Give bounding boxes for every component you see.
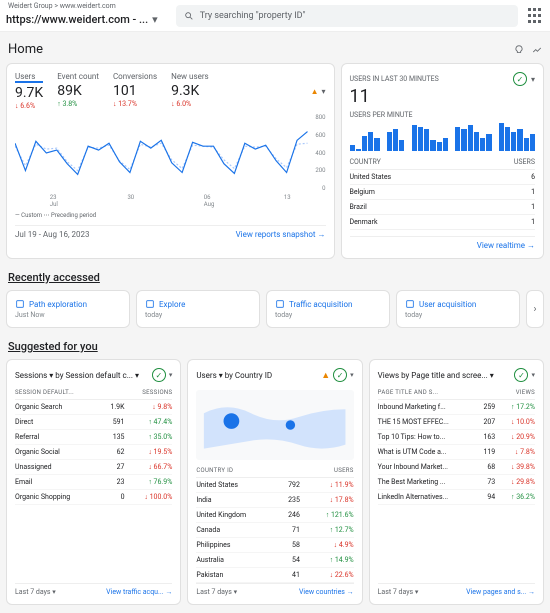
- status-ok-icon[interactable]: ✓: [152, 368, 166, 382]
- realtime-bars: [350, 123, 536, 151]
- realtime-head: USERS IN LAST 30 MINUTES: [350, 75, 439, 83]
- report-icon: [275, 299, 285, 309]
- table-row[interactable]: Organic Shopping0↓ 100.0%: [15, 490, 172, 505]
- search-input[interactable]: Try searching "property ID": [176, 5, 518, 27]
- card-title[interactable]: Sessions ▾ by Session default c... ▾: [15, 371, 139, 380]
- rt-country[interactable]: Belgium: [350, 185, 473, 200]
- suggested-card: Users ▾ by Country ID▲✓▾COUNTRY IDUSERSU…: [187, 359, 362, 605]
- chevron-down-icon[interactable]: ▾: [531, 371, 535, 379]
- chevron-down-icon[interactable]: ▾: [531, 75, 535, 84]
- table-row[interactable]: The Best Marketing ...73↓ 29.8%: [378, 475, 535, 490]
- anomaly-icon[interactable]: ▲: [321, 370, 330, 381]
- suggested-card: Sessions ▾ by Session default c... ▾✓▾SE…: [6, 359, 181, 605]
- rt-country[interactable]: Brazil: [350, 200, 473, 215]
- table-row[interactable]: What is UTM Code a...119↓ 7.8%: [378, 445, 535, 460]
- metric-label[interactable]: Conversions: [113, 72, 157, 81]
- card-link[interactable]: View pages and s... →: [466, 588, 535, 596]
- metric-label[interactable]: Users: [15, 72, 43, 83]
- search-icon: [184, 11, 194, 21]
- range-selector[interactable]: Last 7 days ▾: [196, 588, 237, 596]
- metric-delta: ↓ 6.0%: [171, 100, 209, 108]
- rt-users: 1: [473, 215, 535, 230]
- next-button[interactable]: ›: [526, 290, 544, 328]
- rt-country[interactable]: United States: [350, 170, 473, 185]
- anomaly-badge[interactable]: ▲▾: [311, 87, 326, 96]
- realtime-card: USERS IN LAST 30 MINUTES ✓▾ 11 USERS PER…: [341, 63, 545, 259]
- table-row[interactable]: United States792↓ 11.9%: [196, 478, 353, 493]
- search-placeholder: Try searching "property ID": [200, 11, 306, 21]
- trend-icon[interactable]: [532, 45, 542, 55]
- table-row[interactable]: Organic Search1.9K↓ 9.8%: [15, 400, 172, 415]
- card-title[interactable]: Users ▾ by Country ID: [196, 371, 272, 380]
- chevron-down-icon: ▾: [152, 13, 158, 26]
- rt-users: 1: [473, 185, 535, 200]
- status-ok-icon[interactable]: ✓: [514, 368, 528, 382]
- realtime-value: 11: [350, 86, 536, 107]
- table-row[interactable]: Philippines58↓ 4.9%: [196, 538, 353, 553]
- overview-chart: [15, 114, 308, 192]
- status-ok-icon[interactable]: ✓: [333, 368, 347, 382]
- rt-country[interactable]: Denmark: [350, 215, 473, 230]
- card-link[interactable]: View countries →: [299, 588, 354, 596]
- breadcrumb[interactable]: Weidert Group > www.weidert.com: [8, 2, 116, 10]
- table-row[interactable]: Email23↑ 76.9%: [15, 475, 172, 490]
- metric-delta: ↑ 3.8%: [57, 100, 99, 108]
- metric-value: 9.7K: [15, 85, 43, 101]
- world-map[interactable]: [196, 390, 353, 460]
- report-icon: [405, 299, 415, 309]
- table-row[interactable]: Unassigned27↓ 66.7%: [15, 460, 172, 475]
- metric-label[interactable]: Event count: [57, 72, 99, 81]
- view-realtime-link[interactable]: View realtime →: [477, 241, 535, 250]
- overview-card: Users 9.7K↓ 6.6% Event count 89K↑ 3.8% Conve…: [6, 63, 335, 259]
- view-reports-link[interactable]: View reports snapshot →: [236, 230, 326, 239]
- table-row[interactable]: United Kingdom246↑ 121.6%: [196, 508, 353, 523]
- apps-icon[interactable]: [528, 8, 544, 24]
- suggested-title: Suggested for you: [0, 328, 550, 359]
- chevron-down-icon[interactable]: ▾: [169, 371, 173, 379]
- metric-value: 9.3K: [171, 83, 209, 99]
- realtime-table: COUNTRYUSERS United States6Belgium1Brazi…: [350, 155, 536, 230]
- recent-card[interactable]: Traffic acquisitiontoday: [266, 290, 390, 328]
- card-link[interactable]: View traffic acqu... →: [106, 588, 172, 596]
- table-row[interactable]: Pakistan41↓ 22.6%: [196, 568, 353, 583]
- suggested-card: Views by Page title and scree... ▾✓▾PAGE…: [369, 359, 544, 605]
- range-selector[interactable]: Last 7 days ▾: [378, 588, 419, 596]
- home-header: Home: [0, 32, 550, 63]
- metric-delta: ↓ 6.6%: [15, 102, 43, 110]
- report-icon: [15, 299, 25, 309]
- table-row[interactable]: LinkedIn Alternatives...94↑ 36.2%: [378, 490, 535, 505]
- metric-delta: ↓ 13.7%: [113, 100, 157, 108]
- rt-users: 6: [473, 170, 535, 185]
- recent-card[interactable]: Exploretoday: [136, 290, 260, 328]
- range-selector[interactable]: Last 7 days ▾: [15, 588, 56, 596]
- chevron-down-icon[interactable]: ▾: [350, 371, 354, 379]
- table-row[interactable]: India235↓ 17.8%: [196, 493, 353, 508]
- realtime-sub: USERS PER MINUTE: [350, 111, 536, 119]
- table-row[interactable]: Your Inbound Market...68↓ 39.8%: [378, 460, 535, 475]
- table-row[interactable]: THE 15 MOST EFFEC...207↓ 10.0%: [378, 415, 535, 430]
- card-title[interactable]: Views by Page title and scree... ▾: [378, 371, 494, 380]
- table-row[interactable]: Australia54↑ 14.9%: [196, 553, 353, 568]
- metric-value: 101: [113, 83, 157, 99]
- rt-users: 1: [473, 200, 535, 215]
- table-row[interactable]: Inbound Marketing f...259↑ 17.2%: [378, 400, 535, 415]
- status-ok-icon[interactable]: ✓: [513, 72, 527, 86]
- table-row[interactable]: Direct591↑ 47.4%: [15, 415, 172, 430]
- tip-icon[interactable]: [514, 45, 524, 55]
- table-row[interactable]: Canada71↑ 12.7%: [196, 523, 353, 538]
- metric-value: 89K: [57, 83, 99, 99]
- recent-card[interactable]: User acquisitiontoday: [396, 290, 520, 328]
- table-row[interactable]: Top 10 Tips: How to...163↓ 20.9%: [378, 430, 535, 445]
- metric-label[interactable]: New users: [171, 72, 209, 81]
- property-selector[interactable]: https://www.weidert.com - ...▾: [6, 13, 158, 26]
- report-icon: [145, 299, 155, 309]
- topbar: Weidert Group > www.weidert.com https://…: [0, 0, 550, 32]
- table-row[interactable]: Referral135↑ 35.0%: [15, 430, 172, 445]
- chart-legend: — Custom ⋯ Preceding period: [15, 212, 326, 219]
- recent-card[interactable]: Path explorationJust Now: [6, 290, 130, 328]
- table-row[interactable]: Organic Social62↓ 19.5%: [15, 445, 172, 460]
- recently-accessed-title: Recently accessed: [0, 259, 550, 290]
- date-range[interactable]: Jul 19 - Aug 16, 2023: [15, 230, 90, 239]
- page-title: Home: [8, 42, 43, 57]
